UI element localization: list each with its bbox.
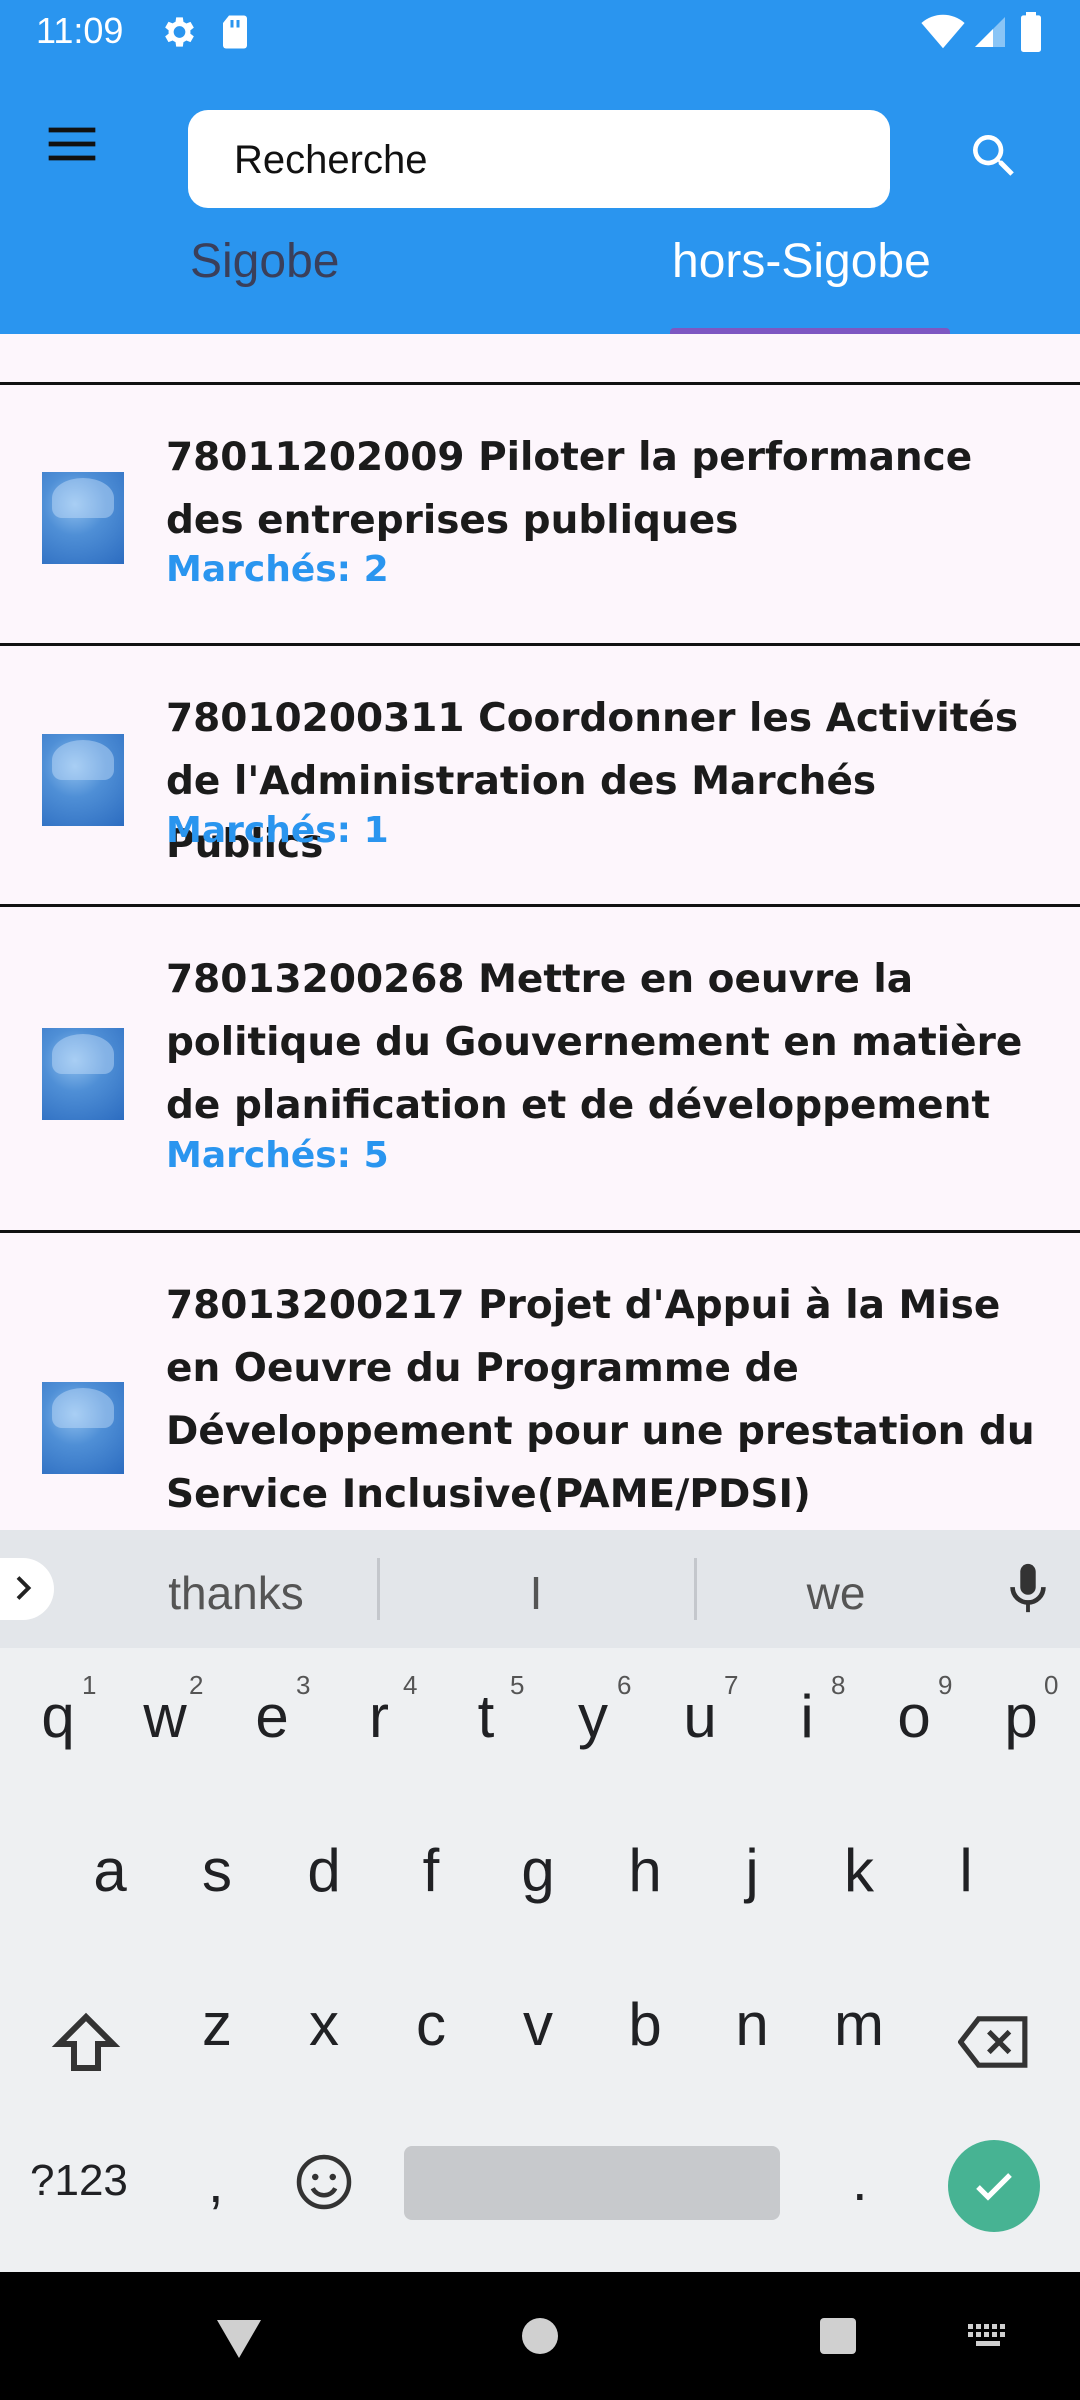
suggestion-3[interactable]: we: [716, 1566, 956, 1620]
settings-gear-icon: [165, 17, 194, 47]
results-list[interactable]: 78011202009 Piloter la performance des e…: [0, 334, 1080, 1530]
search-icon[interactable]: [966, 128, 1022, 184]
item-thumbnail: [42, 1028, 124, 1120]
period-key[interactable]: .: [852, 2148, 868, 2213]
key-a[interactable]: a: [60, 1836, 160, 1905]
search-box[interactable]: [188, 110, 890, 208]
key-hint-3: 3: [296, 1670, 311, 1700]
chevron-right-icon: [16, 1576, 32, 1600]
suggestion-2[interactable]: I: [416, 1566, 656, 1620]
key-v[interactable]: v: [488, 1990, 588, 2059]
key-hint-9: 9: [938, 1670, 953, 1700]
key-b[interactable]: b: [595, 1990, 695, 2059]
comma-key[interactable]: ,: [208, 2150, 224, 2215]
status-time: 11:09: [36, 10, 124, 51]
key-hint-5: 5: [510, 1670, 525, 1700]
list-item[interactable]: 78013200268 Mettre en oeuvre la politiqu…: [0, 907, 1080, 1230]
key-z[interactable]: z: [167, 1990, 267, 2059]
item-title: 78013200268 Mettre en oeuvre la politiqu…: [166, 957, 1023, 1128]
recent-apps-icon[interactable]: [818, 2316, 858, 2356]
key-hint-7: 7: [724, 1670, 739, 1700]
tab-hors-sigobe[interactable]: hors-Sigobe: [672, 234, 931, 289]
list-item[interactable]: 78010200311 Coordonner les Activités de …: [0, 646, 1080, 904]
key-g[interactable]: g: [488, 1836, 588, 1905]
key-hint-1: 1: [82, 1670, 97, 1700]
key-hint-6: 6: [617, 1670, 632, 1700]
key-h[interactable]: h: [595, 1836, 695, 1905]
item-count: Marchés: 1: [166, 810, 389, 851]
checkmark-icon: [976, 2173, 1012, 2201]
item-count: Marchés: 5: [166, 1135, 389, 1176]
search-input[interactable]: [232, 130, 836, 190]
key-s[interactable]: s: [167, 1836, 267, 1905]
microphone-icon[interactable]: [1008, 1562, 1048, 1616]
suggestion-bar: thanks I we: [0, 1530, 1080, 1648]
key-hint-0: 0: [1044, 1670, 1059, 1700]
key-m[interactable]: m: [809, 1990, 909, 2059]
keyboard-switch-icon[interactable]: [966, 2322, 1010, 2350]
back-triangle-icon[interactable]: [214, 2316, 264, 2360]
item-title: 78011202009 Piloter la performance des e…: [166, 435, 973, 543]
key-hint-8: 8: [831, 1670, 846, 1700]
home-circle-icon[interactable]: [520, 2316, 560, 2356]
key-d[interactable]: d: [274, 1836, 374, 1905]
list-item[interactable]: 78013200217 Projet d'Appui à la Mise en …: [0, 1233, 1080, 1530]
key-hint-2: 2: [189, 1670, 204, 1700]
suggestion-separator: [377, 1558, 380, 1620]
shift-icon[interactable]: [50, 2008, 122, 2080]
key-hint-4: 4: [403, 1670, 418, 1700]
item-thumbnail: [42, 472, 124, 564]
suggestion-separator: [694, 1558, 697, 1620]
key-k[interactable]: k: [809, 1836, 909, 1905]
sd-card-icon: [223, 15, 247, 49]
item-title: 78013200217 Projet d'Appui à la Mise en …: [166, 1283, 1035, 1517]
backspace-icon[interactable]: [958, 2014, 1030, 2070]
key-c[interactable]: c: [381, 1990, 481, 2059]
symbols-key[interactable]: ?123: [30, 2156, 128, 2206]
key-j[interactable]: j: [702, 1836, 802, 1905]
suggestion-1[interactable]: thanks: [116, 1566, 356, 1620]
battery-icon: [1021, 12, 1041, 52]
enter-button[interactable]: [948, 2140, 1040, 2232]
soft-keyboard: thanks I we q w e r t y u i o p 1 2 3 4 …: [0, 1530, 1080, 2272]
item-thumbnail: [42, 1382, 124, 1474]
key-x[interactable]: x: [274, 1990, 374, 2059]
key-l[interactable]: l: [916, 1836, 1016, 1905]
item-thumbnail: [42, 734, 124, 826]
signal-icon: [975, 17, 1005, 47]
status-bar: 11:09: [0, 0, 1080, 64]
app-bar: Sigobe hors-Sigobe: [0, 64, 1080, 334]
list-item[interactable]: 78011202009 Piloter la performance des e…: [0, 385, 1080, 643]
expand-suggestions-button[interactable]: [0, 1558, 54, 1620]
key-n[interactable]: n: [702, 1990, 802, 2059]
tab-sigobe[interactable]: Sigobe: [190, 234, 339, 289]
item-count: Marchés: 2: [166, 549, 389, 590]
menu-icon[interactable]: [44, 116, 100, 172]
space-key[interactable]: [404, 2146, 780, 2220]
key-f[interactable]: f: [381, 1836, 481, 1905]
system-nav-bar: [0, 2272, 1080, 2400]
wifi-icon: [921, 14, 965, 49]
emoji-icon[interactable]: [294, 2152, 354, 2212]
